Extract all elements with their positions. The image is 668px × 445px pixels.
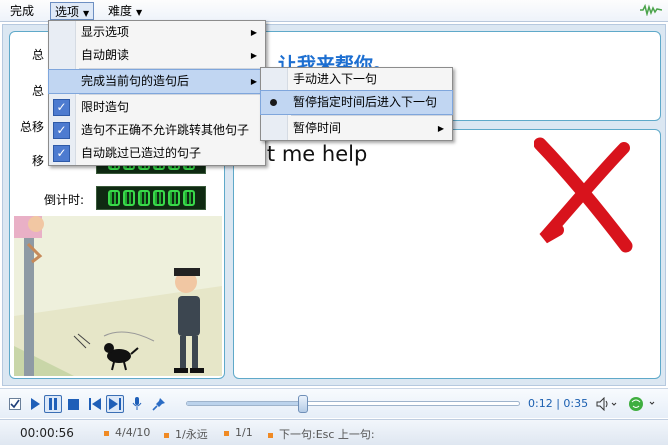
sentence-progress: 4/4/10 bbox=[104, 426, 150, 439]
stat-label-total-2: 总 bbox=[32, 84, 45, 98]
play-icon bbox=[31, 398, 40, 410]
chevron-right-icon: ▶ bbox=[250, 51, 257, 60]
status-button[interactable] bbox=[626, 395, 660, 413]
next-button[interactable] bbox=[106, 395, 124, 413]
menu-item-block-jump[interactable]: ✓ 造句不正确不允许跳转其他句子 bbox=[49, 119, 265, 142]
status-bar: 00:00:56 4/4/10 1/永远 1/1 下一句:Esc 上一句: bbox=[0, 419, 668, 445]
menu-separator bbox=[291, 115, 452, 116]
sentence-progress-value: 4/4/10 bbox=[115, 426, 151, 439]
pause-button[interactable] bbox=[44, 395, 62, 413]
menu-difficulty-label: 难度 bbox=[108, 4, 133, 18]
menu-item-label: 限时造句 bbox=[81, 100, 130, 114]
menu-separator bbox=[79, 68, 265, 69]
menu-item-label: 显示选项 bbox=[81, 25, 130, 39]
radio-dot-icon bbox=[270, 99, 277, 106]
menu-item-time-limit[interactable]: ✓ 限时造句 bbox=[49, 96, 265, 119]
menu-item-label: 造句不正确不允许跳转其他句子 bbox=[81, 123, 250, 137]
check-icon: ✓ bbox=[53, 145, 70, 162]
status-icon bbox=[629, 397, 655, 411]
menu-item-label: 完成当前句的造句后 bbox=[81, 74, 190, 88]
cartoon-illustration bbox=[14, 216, 222, 376]
progress-slider[interactable] bbox=[186, 395, 520, 413]
attempts-value: 1/永远 bbox=[175, 428, 208, 441]
menu-item-pause-then-next[interactable]: 暂停指定时间后进入下一句 bbox=[260, 90, 453, 115]
progress-thumb[interactable] bbox=[298, 395, 309, 413]
attempts-status: 1/永远 bbox=[164, 426, 208, 442]
menu-separator bbox=[79, 94, 265, 95]
enable-checkbox[interactable] bbox=[6, 395, 24, 413]
menu-done-label: 完成 bbox=[10, 4, 35, 18]
menu-item-skip-done[interactable]: ✓ 自动跳过已造过的句子 bbox=[49, 142, 265, 165]
current-time: 0:12 bbox=[528, 397, 553, 410]
stop-icon bbox=[67, 398, 79, 410]
volume-icon bbox=[596, 397, 617, 411]
stat-label-total: 总 bbox=[32, 48, 45, 62]
check-icon: ✓ bbox=[53, 99, 70, 116]
previous-button[interactable] bbox=[86, 395, 104, 413]
countdown-led-display bbox=[96, 186, 206, 210]
menu-item-label: 暂停时间 bbox=[293, 121, 342, 135]
sentence-text: et me help bbox=[254, 142, 368, 166]
shortcut-hint: 下一句:Esc 上一句: bbox=[268, 426, 375, 442]
menu-item-auto-read[interactable]: 自动朗读 ▶ bbox=[49, 44, 265, 67]
page-value: 1/1 bbox=[235, 426, 253, 439]
pin-button[interactable] bbox=[150, 395, 168, 413]
check-icon: ✓ bbox=[53, 122, 70, 139]
volume-button[interactable] bbox=[594, 395, 620, 413]
menu-done[interactable]: 完成 bbox=[6, 2, 38, 20]
menu-item-pause-time[interactable]: 暂停时间 ▶ bbox=[261, 117, 452, 140]
play-button[interactable] bbox=[26, 395, 44, 413]
stat-label-moves: 总移 bbox=[20, 120, 45, 134]
microphone-button[interactable] bbox=[128, 395, 146, 413]
stat-label-move: 移 bbox=[32, 154, 45, 168]
answer-panel: et me help bbox=[233, 129, 661, 379]
microphone-icon bbox=[132, 397, 142, 410]
shortcut-hint-text: 下一句:Esc 上一句: bbox=[279, 428, 375, 441]
wrong-mark-icon bbox=[534, 137, 633, 253]
chevron-down-icon: ▼ bbox=[83, 9, 90, 18]
pause-icon bbox=[49, 398, 57, 410]
chevron-right-icon: ▶ bbox=[250, 77, 257, 86]
menu-item-after-sentence[interactable]: 完成当前句的造句后 ▶ bbox=[48, 69, 266, 94]
page-status: 1/1 bbox=[224, 426, 253, 439]
countdown-label: 倒计时: bbox=[44, 193, 85, 207]
menu-options-label: 选项 bbox=[55, 5, 80, 19]
total-time: 0:35 bbox=[563, 397, 589, 410]
progress-fill bbox=[187, 402, 304, 405]
skip-previous-icon bbox=[89, 398, 101, 410]
pin-icon bbox=[152, 398, 165, 411]
chevron-right-icon: ▶ bbox=[437, 124, 444, 133]
menu-item-label: 自动朗读 bbox=[81, 48, 130, 62]
menu-item-label: 手动进入下一句 bbox=[293, 72, 378, 86]
menu-item-label: 暂停指定时间后进入下一句 bbox=[293, 95, 438, 109]
menu-bar: 完成 选项 ▼ 难度 ▼ bbox=[0, 0, 668, 22]
options-dropdown: 显示选项 ▶ 自动朗读 ▶ 完成当前句的造句后 ▶ ✓ 限时造句 ✓ 造句不正确不允许跳转… bbox=[48, 20, 266, 166]
signal-icon bbox=[640, 4, 662, 16]
after-sentence-submenu: 手动进入下一句 暂停指定时间后进入下一句 暂停时间 ▶ bbox=[260, 67, 453, 141]
playback-toolbar: 0:12 | 0:35 bbox=[0, 388, 668, 418]
chevron-right-icon: ▶ bbox=[250, 28, 257, 37]
elapsed-time: 00:00:56 bbox=[20, 426, 74, 440]
menu-difficulty[interactable]: 难度 ▼ bbox=[104, 2, 146, 20]
skip-next-icon bbox=[109, 398, 121, 410]
menu-options[interactable]: 选项 ▼ bbox=[50, 2, 95, 20]
menu-item-label: 自动跳过已造过的句子 bbox=[81, 146, 202, 160]
menu-item-display-options[interactable]: 显示选项 ▶ bbox=[49, 21, 265, 44]
stop-button[interactable] bbox=[64, 395, 82, 413]
checkbox-icon bbox=[9, 398, 21, 410]
menu-item-manual-next[interactable]: 手动进入下一句 bbox=[261, 68, 452, 91]
time-display: 0:12 | 0:35 bbox=[528, 397, 589, 410]
chevron-down-icon: ▼ bbox=[136, 8, 143, 17]
